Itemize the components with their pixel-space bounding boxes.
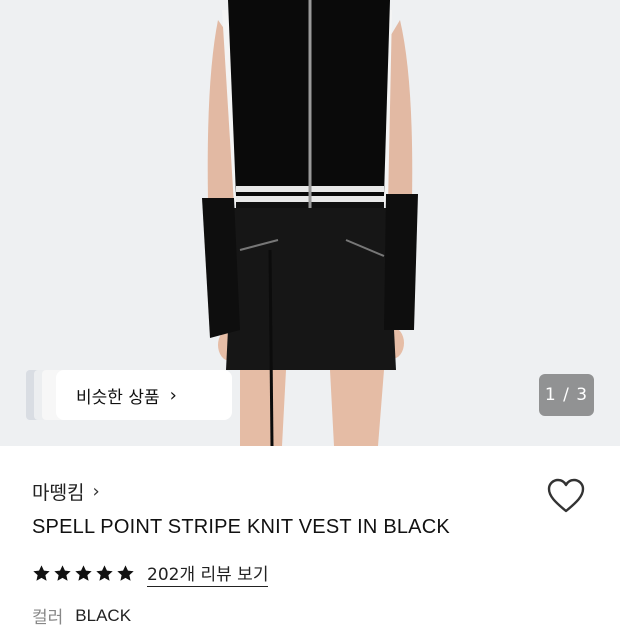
review-link[interactable]: 202개 리뷰 보기 [147, 560, 269, 587]
color-value: BLACK [75, 605, 132, 625]
star-icon [75, 565, 92, 581]
star-icon [117, 565, 134, 581]
color-label: 컬러 [32, 608, 64, 628]
similar-products-label: 비슷한 상품 [76, 387, 160, 408]
heart-outline-icon[interactable] [547, 478, 585, 514]
star-icon [96, 565, 113, 581]
similar-products-pill[interactable]: 비슷한 상품 › [56, 370, 232, 420]
chevron-right-icon: › [92, 481, 100, 502]
product-title: SPELL POINT STRIPE KNIT VEST IN BLACK [32, 516, 450, 538]
image-counter: 1 / 3 [539, 374, 594, 416]
similar-products-button[interactable]: 비슷한 상품 › [26, 370, 232, 420]
brand-name: 마뗑킴 [32, 482, 85, 504]
star-icon [33, 565, 50, 581]
product-image-gallery[interactable]: 비슷한 상품 › 1 / 3 [0, 0, 620, 446]
chevron-right-icon: › [169, 384, 177, 406]
brand-link[interactable]: 마뗑킴 › [32, 478, 100, 505]
rating-row: 202개 리뷰 보기 [32, 560, 269, 587]
rating-stars [32, 564, 135, 583]
color-option-row: 컬러 BLACK [32, 603, 131, 628]
star-icon [54, 565, 71, 581]
